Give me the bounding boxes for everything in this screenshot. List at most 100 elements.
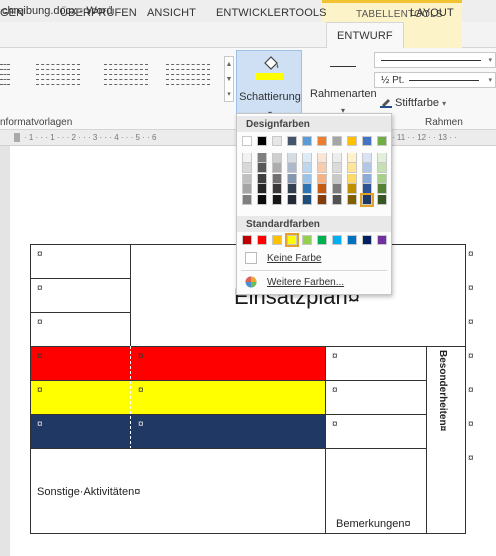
theme-color-swatch[interactable] (302, 184, 312, 194)
theme-color-swatch[interactable] (242, 194, 252, 205)
line-style-dropdown[interactable]: ▾ (374, 52, 496, 68)
standard-color-swatch[interactable] (332, 235, 342, 245)
standard-color-swatch[interactable] (285, 233, 299, 247)
theme-color-swatch[interactable] (242, 184, 252, 194)
table-style-thumb-1[interactable] (36, 60, 80, 90)
theme-color-swatch[interactable] (347, 152, 357, 163)
theme-color-swatch[interactable] (257, 173, 267, 184)
table-style-thumb-2[interactable] (104, 60, 148, 90)
theme-color-swatch[interactable] (257, 152, 267, 163)
tab-ansicht[interactable]: ANSICHT (147, 7, 196, 19)
theme-color-swatch[interactable] (272, 152, 282, 163)
standard-color-swatch[interactable] (377, 235, 387, 245)
theme-color-swatch[interactable] (272, 173, 282, 184)
theme-color-swatch[interactable] (377, 136, 387, 146)
theme-color-swatch[interactable] (377, 194, 387, 205)
theme-color-swatch[interactable] (347, 194, 357, 205)
theme-color-swatch[interactable] (302, 173, 312, 184)
theme-color-swatch[interactable] (332, 194, 342, 205)
theme-color-swatch[interactable] (302, 152, 312, 163)
theme-color-swatch[interactable] (257, 194, 267, 205)
tab-sendungen[interactable]: GEN (0, 7, 24, 19)
theme-color-swatch[interactable] (332, 136, 342, 146)
theme-color-swatch[interactable] (360, 192, 374, 207)
theme-color-swatch[interactable] (377, 163, 387, 173)
theme-color-swatch[interactable] (317, 194, 327, 205)
theme-color-swatch[interactable] (302, 163, 312, 173)
theme-color-swatch[interactable] (302, 194, 312, 205)
theme-color-swatch[interactable] (257, 136, 267, 146)
table-style-thumb-3[interactable] (166, 60, 210, 90)
gallery-scroll[interactable]: ▲ ▼ ▾ (224, 56, 234, 102)
table-cell[interactable] (325, 380, 427, 415)
tab-layout[interactable]: LAYOUT (410, 7, 454, 19)
theme-color-swatch[interactable] (317, 173, 327, 184)
theme-color-swatch[interactable] (362, 136, 372, 146)
theme-color-swatch[interactable] (287, 136, 297, 146)
theme-color-swatch[interactable] (242, 152, 252, 163)
theme-color-swatch[interactable] (332, 184, 342, 194)
theme-color-swatch[interactable] (347, 173, 357, 184)
theme-color-swatch[interactable] (332, 173, 342, 184)
theme-color-swatch[interactable] (272, 163, 282, 173)
theme-color-swatch[interactable] (317, 163, 327, 173)
standard-color-swatch[interactable] (242, 235, 252, 245)
scroll-up-icon[interactable]: ▲ (225, 57, 233, 72)
ruler-indent-marker[interactable] (14, 133, 20, 142)
theme-color-swatch[interactable] (287, 173, 297, 184)
pen-color-button[interactable]: Stiftfarbe ▾ (380, 96, 446, 109)
theme-color-swatch[interactable] (347, 136, 357, 146)
theme-color-swatch[interactable] (317, 152, 327, 163)
theme-color-swatch[interactable] (287, 194, 297, 205)
theme-color-swatch[interactable] (302, 136, 312, 146)
theme-color-swatch[interactable] (287, 184, 297, 194)
table-row-yellow[interactable] (30, 380, 326, 415)
tab-entwurf[interactable]: ENTWURF (326, 22, 404, 49)
line-weight-dropdown[interactable]: ½ Pt. ▾ (374, 72, 496, 88)
gallery-more-icon[interactable]: ▾ (225, 87, 233, 102)
theme-color-swatch[interactable] (332, 163, 342, 173)
theme-color-swatch[interactable] (362, 152, 372, 163)
tab-entwicklertools[interactable]: ENTWICKLERTOOLS (216, 7, 327, 19)
theme-color-swatch[interactable] (272, 184, 282, 194)
tab-ueberpruefen[interactable]: ÜBERPRÜFEN (60, 7, 137, 19)
theme-color-swatch[interactable] (347, 184, 357, 194)
table-row-red[interactable] (30, 346, 326, 381)
theme-color-swatch[interactable] (257, 184, 267, 194)
theme-color-swatch[interactable] (332, 152, 342, 163)
theme-color-swatch[interactable] (362, 173, 372, 184)
table-cell[interactable] (325, 346, 427, 381)
theme-color-swatch[interactable] (257, 163, 267, 173)
theme-color-swatch[interactable] (377, 173, 387, 184)
theme-color-swatch[interactable] (287, 152, 297, 163)
standard-color-swatch[interactable] (257, 235, 267, 245)
standard-color-swatch[interactable] (272, 235, 282, 245)
theme-color-swatch[interactable] (362, 184, 372, 194)
theme-color-swatch[interactable] (242, 173, 252, 184)
theme-color-swatch[interactable] (317, 184, 327, 194)
standard-color-swatch[interactable] (347, 235, 357, 245)
standard-color-swatch[interactable] (317, 235, 327, 245)
theme-color-swatch[interactable] (272, 194, 282, 205)
table-cell[interactable] (30, 312, 131, 347)
standard-color-swatch[interactable] (302, 235, 312, 245)
theme-color-swatch[interactable] (377, 184, 387, 194)
theme-color-swatch[interactable] (287, 163, 297, 173)
theme-color-swatch[interactable] (317, 136, 327, 146)
table-row-navy[interactable] (30, 414, 326, 449)
theme-color-swatch[interactable] (347, 163, 357, 173)
more-colors-item[interactable]: Weitere Farben... (237, 273, 391, 293)
scroll-down-icon[interactable]: ▼ (225, 72, 233, 87)
theme-color-swatch[interactable] (242, 163, 252, 173)
theme-color-swatch[interactable] (362, 163, 372, 173)
table-cell[interactable] (30, 244, 131, 279)
table-cell[interactable] (325, 414, 427, 449)
border-styles-button[interactable]: Rahmenarten (310, 88, 377, 100)
theme-color-swatch[interactable] (377, 152, 387, 163)
no-color-item[interactable]: Keine Farbe (237, 249, 391, 269)
table-style-thumb-partial[interactable] (0, 60, 10, 90)
theme-color-swatch[interactable] (272, 136, 282, 146)
table-cell[interactable] (30, 278, 131, 313)
standard-color-swatch[interactable] (362, 235, 372, 245)
theme-color-swatch[interactable] (242, 136, 252, 146)
